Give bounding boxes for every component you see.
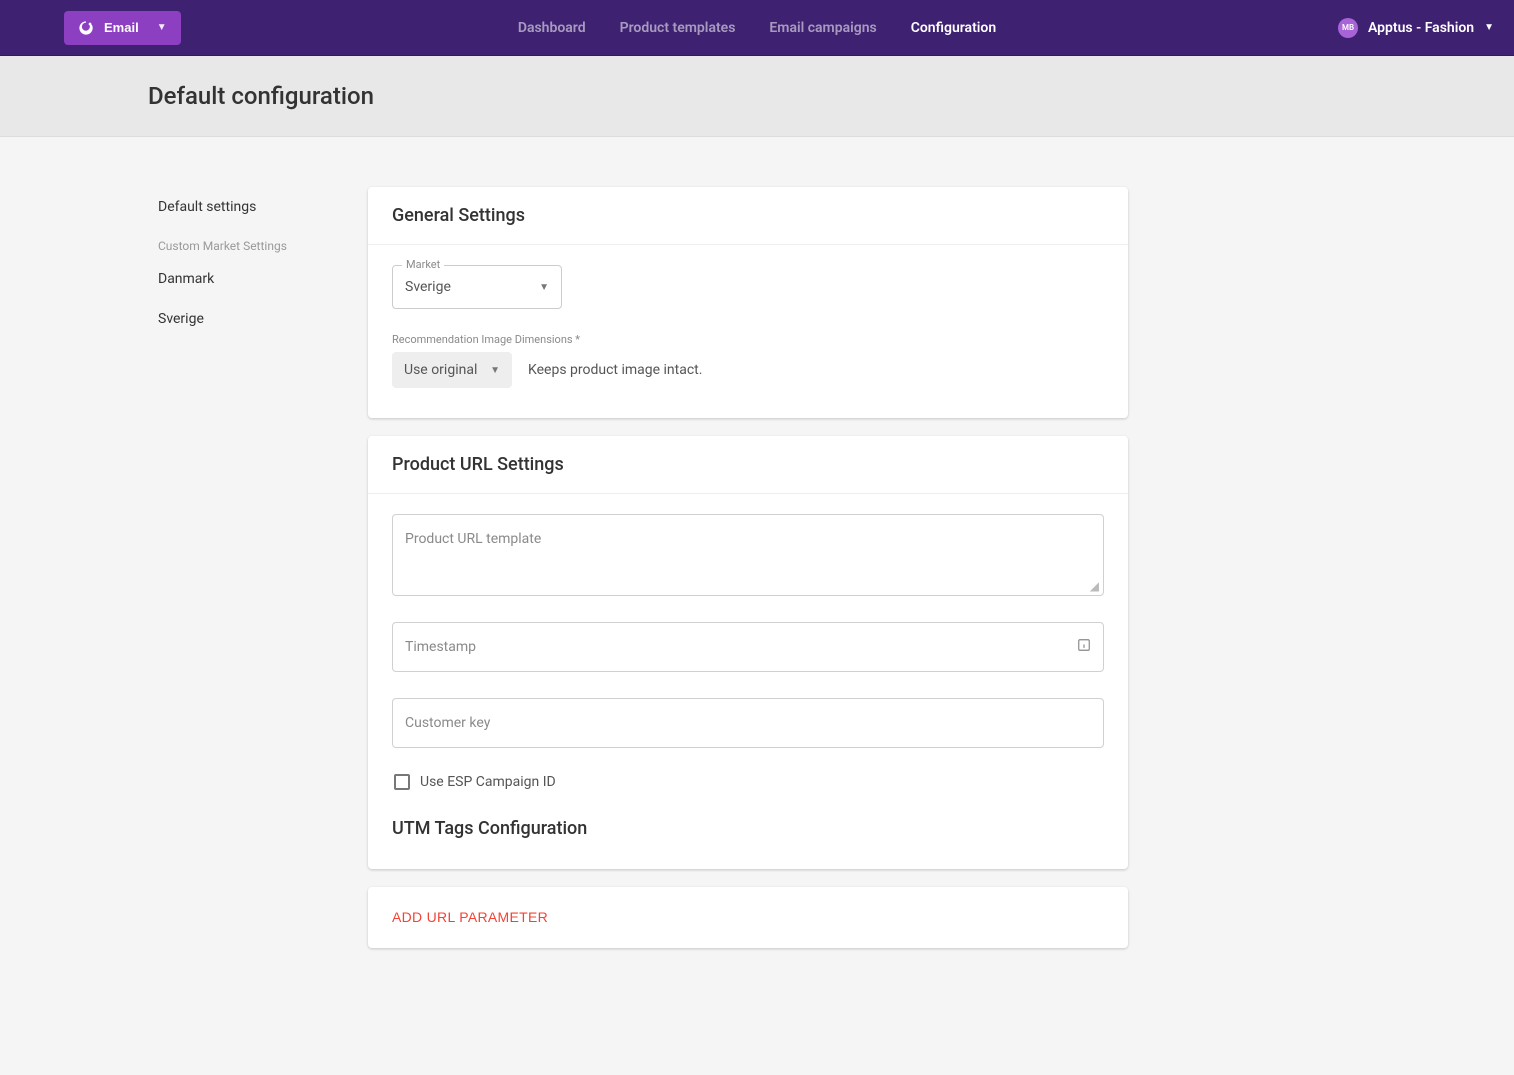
use-esp-checkbox[interactable]: Use ESP Campaign ID [394, 774, 1104, 790]
card-title-product-url: Product URL Settings [368, 436, 1128, 494]
sidebar: Default settings Custom Market Settings … [148, 187, 368, 966]
image-dim-value: Use original [404, 362, 477, 378]
utm-title: UTM Tags Configuration [392, 818, 1104, 839]
chevron-down-icon: ▼ [1484, 22, 1494, 33]
timestamp-input[interactable] [393, 623, 1103, 671]
product-url-template-field[interactable]: ◢ [392, 514, 1104, 596]
sidebar-default-settings[interactable]: Default settings [148, 187, 358, 227]
brand-label: Email [104, 20, 139, 35]
timestamp-field[interactable] [392, 622, 1104, 672]
content: Default settings Custom Market Settings … [0, 187, 1514, 966]
page-title: Default configuration [148, 82, 1514, 110]
market-label: Market [402, 258, 444, 271]
nav-dashboard[interactable]: Dashboard [518, 20, 586, 36]
brand-dropdown-button[interactable]: Email ▼ [64, 11, 181, 45]
sidebar-category-label: Custom Market Settings [148, 227, 358, 259]
main: General Settings Market Sverige ▼ Recomm… [368, 187, 1128, 966]
use-esp-label: Use ESP Campaign ID [420, 774, 556, 790]
image-dim-label: Recommendation Image Dimensions * [392, 333, 1104, 346]
card-product-url-settings: Product URL Settings ◢ Use [368, 436, 1128, 869]
card-general-settings: General Settings Market Sverige ▼ Recomm… [368, 187, 1128, 418]
topbar: Email ▼ Dashboard Product templates Emai… [0, 0, 1514, 56]
chevron-down-icon: ▼ [157, 22, 167, 33]
avatar: MB [1338, 18, 1358, 38]
product-url-template-input[interactable] [393, 515, 1103, 595]
sidebar-item-danmark[interactable]: Danmark [148, 259, 358, 299]
swirl-icon [78, 20, 94, 36]
top-nav: Dashboard Product templates Email campai… [518, 20, 996, 36]
info-icon [1077, 638, 1091, 656]
image-dim-select[interactable]: Use original ▼ [392, 352, 512, 388]
card-title-general: General Settings [368, 187, 1128, 245]
customer-key-field[interactable] [392, 698, 1104, 748]
market-value: Sverige [405, 279, 451, 295]
market-select[interactable]: Market Sverige ▼ [392, 265, 562, 309]
nav-product-templates[interactable]: Product templates [620, 20, 736, 36]
card-utm-actions: ADD URL PARAMETER [368, 887, 1128, 948]
nav-email-campaigns[interactable]: Email campaigns [769, 20, 876, 36]
chevron-down-icon: ▼ [539, 282, 549, 293]
image-dim-hint: Keeps product image intact. [528, 362, 702, 378]
chevron-down-icon: ▼ [490, 365, 500, 376]
page-header: Default configuration [0, 56, 1514, 137]
add-url-parameter-button[interactable]: ADD URL PARAMETER [392, 909, 548, 925]
nav-configuration[interactable]: Configuration [911, 20, 996, 36]
checkbox-icon [394, 774, 410, 790]
customer-key-input[interactable] [393, 699, 1103, 747]
sidebar-item-sverige[interactable]: Sverige [148, 299, 358, 339]
account-name: Apptus - Fashion [1368, 20, 1474, 36]
account-dropdown[interactable]: MB Apptus - Fashion ▼ [1338, 18, 1494, 38]
